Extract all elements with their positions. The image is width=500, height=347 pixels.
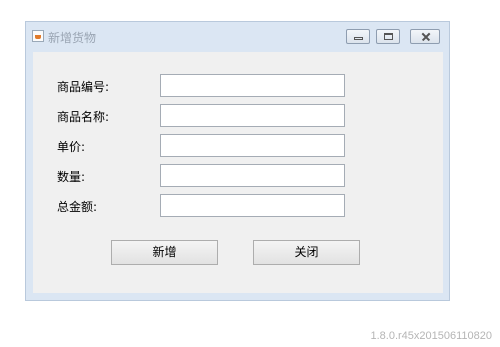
quantity-input[interactable] (160, 164, 345, 187)
version-label: 1.8.0.r45x201506110820 (370, 330, 492, 342)
close-icon[interactable] (410, 29, 440, 44)
product-name-label: 商品名称: (57, 110, 110, 124)
total-amount-label: 总金额: (57, 200, 98, 214)
maximize-icon[interactable] (376, 29, 400, 44)
product-code-input[interactable] (160, 74, 345, 97)
close-button[interactable]: 关闭 (253, 240, 360, 265)
product-name-input[interactable] (160, 104, 345, 127)
unit-price-label: 单价: (57, 140, 86, 154)
add-button[interactable]: 新增 (111, 240, 218, 265)
minimize-icon[interactable] (346, 29, 370, 44)
total-amount-input[interactable] (160, 194, 345, 217)
form-panel: 商品编号: 商品名称: 单价: 数量: 总金额: 新增 关闭 (33, 52, 443, 293)
title-bar[interactable]: 新增货物 (26, 22, 449, 52)
dialog-window: 新增货物 商品编号: 商品名称: 单价: 数量: 总金额: 新增 关闭 (25, 21, 450, 301)
product-code-label: 商品编号: (57, 80, 110, 94)
java-cup-icon (32, 30, 44, 42)
unit-price-input[interactable] (160, 134, 345, 157)
window-title: 新增货物 (48, 31, 97, 45)
quantity-label: 数量: (57, 170, 86, 184)
